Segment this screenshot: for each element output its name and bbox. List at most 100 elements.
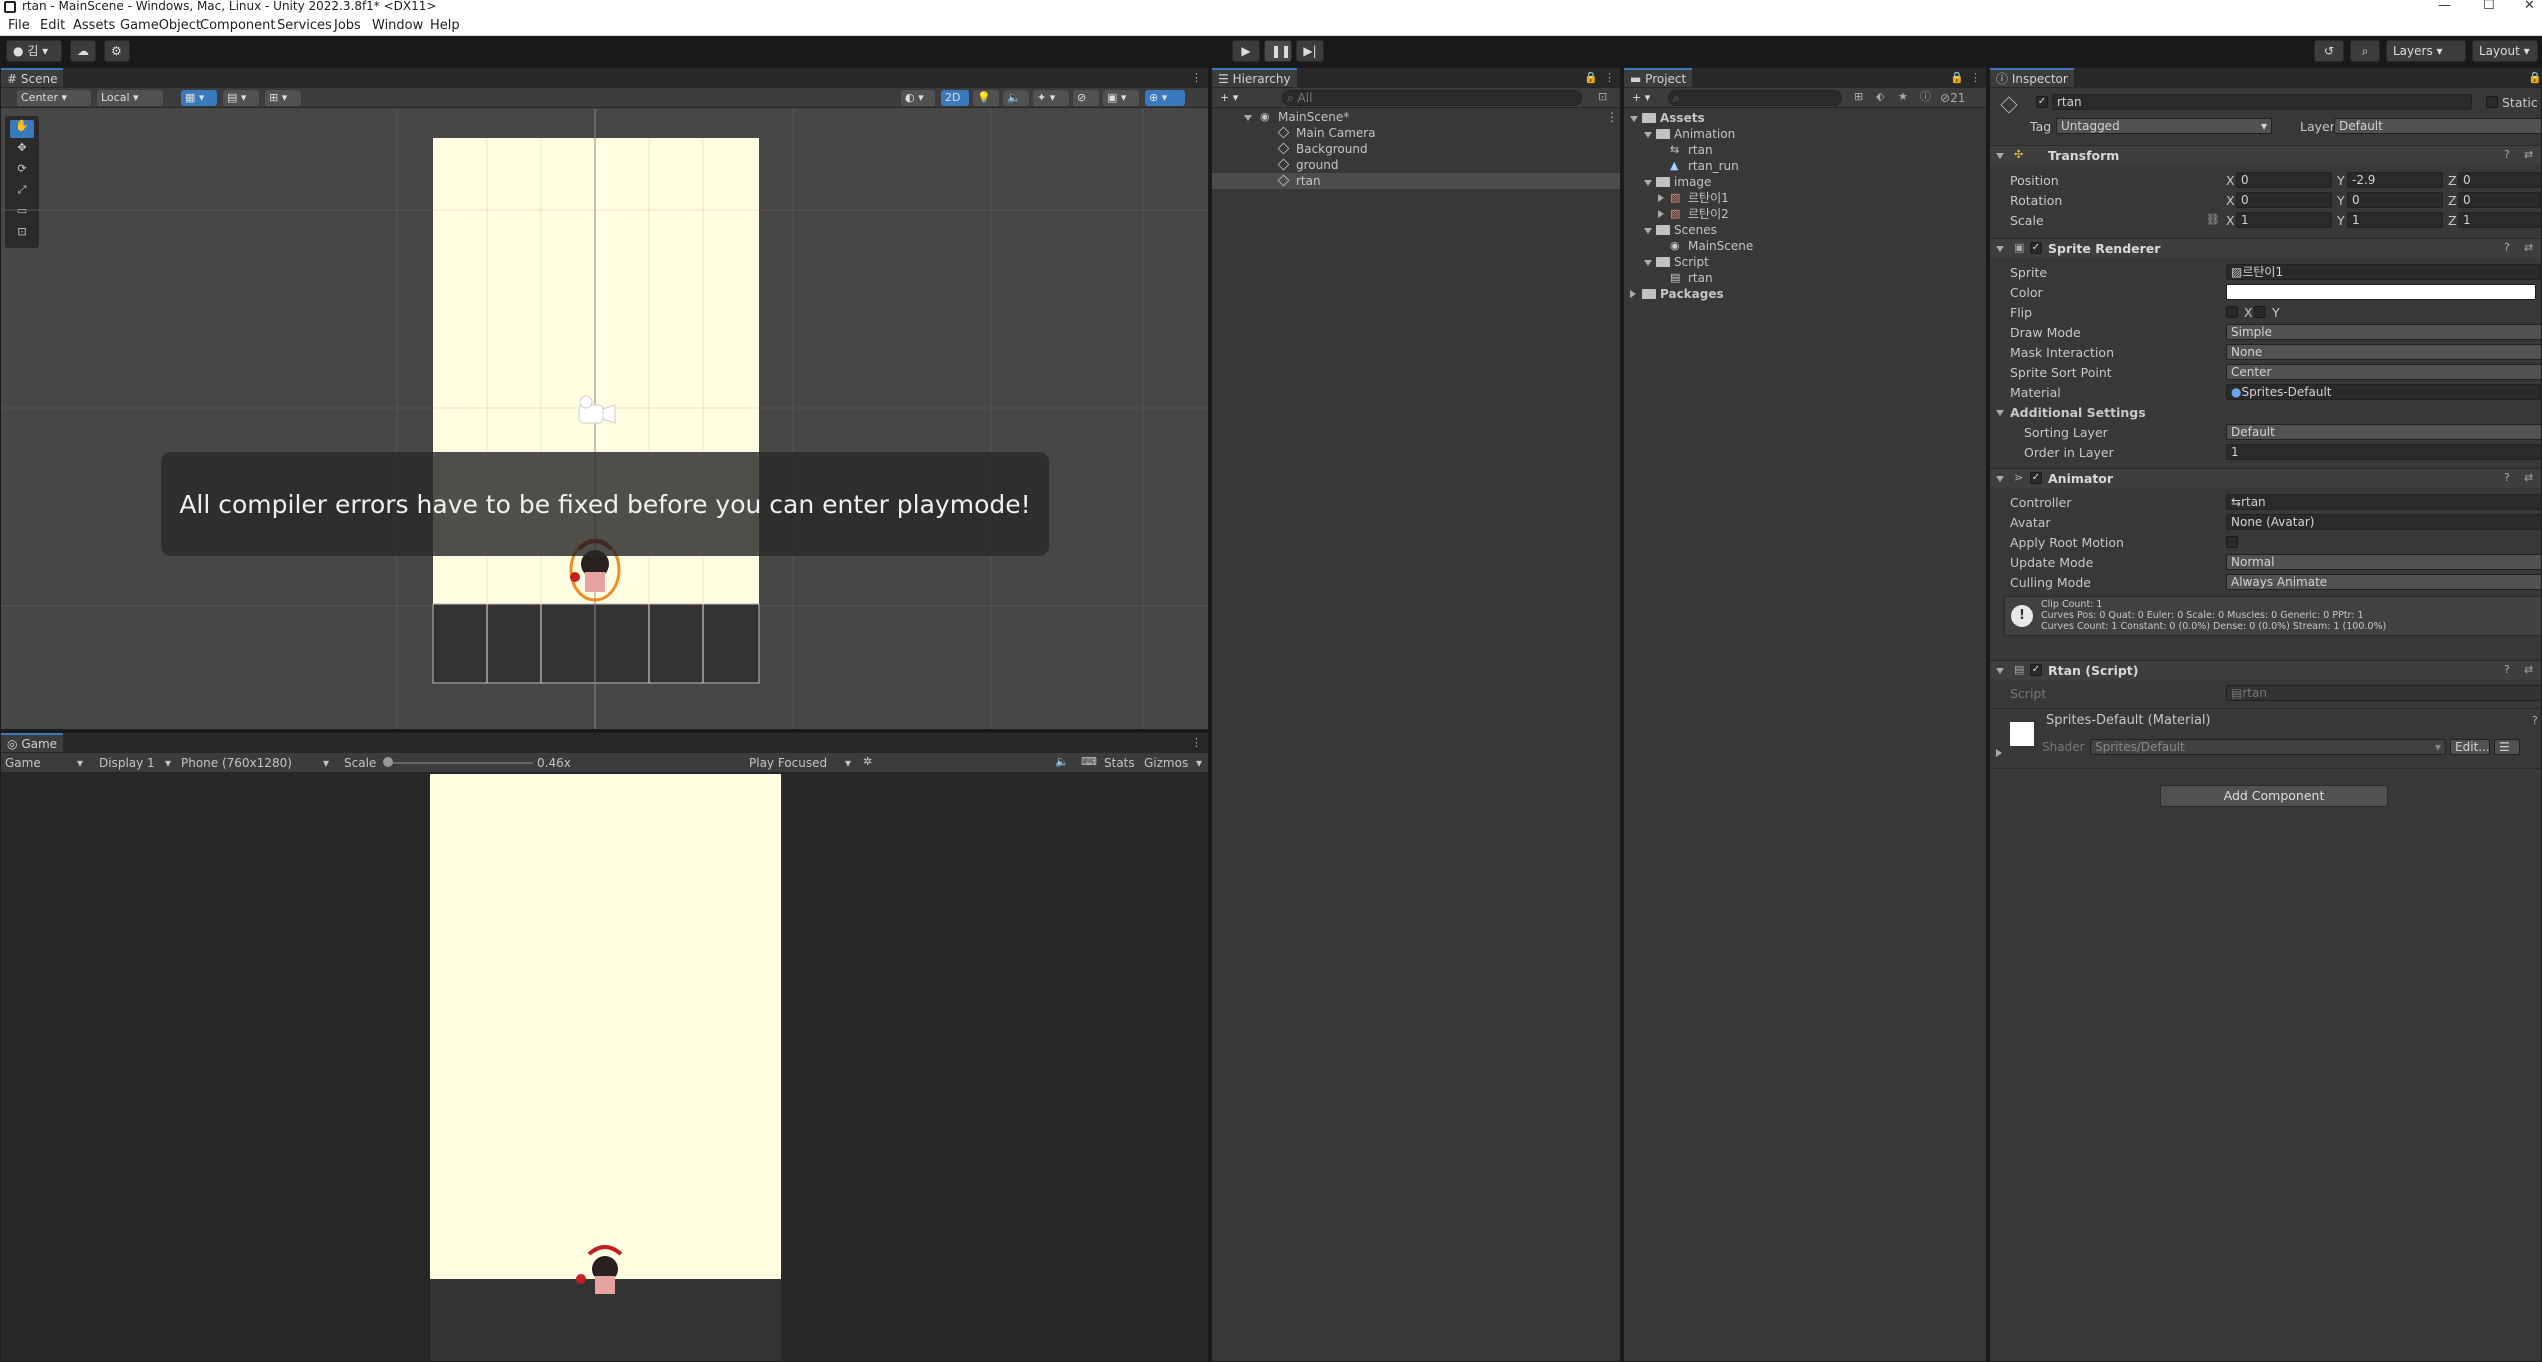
tab-hierarchy[interactable]: ☰ Hierarchy [1212, 68, 1297, 87]
project-item[interactable]: Assets [1624, 110, 1986, 126]
menu-jobs[interactable]: Jobs [334, 18, 361, 33]
collab-icon[interactable]: ⚙ [104, 40, 130, 62]
help-icon[interactable]: ? [2504, 664, 2510, 676]
project-menu-icon[interactable]: ⋮ [1970, 72, 1981, 84]
pause-button[interactable]: ❚❚ [1264, 40, 1292, 62]
menu-window[interactable]: Window [372, 18, 423, 33]
resolution-dropdown[interactable]: Phone (760x1280) ▾ [181, 755, 333, 771]
game-panel-menu-icon[interactable]: ⋮ [1191, 737, 1202, 749]
play-button[interactable]: ▶ [1232, 40, 1260, 62]
position-z-input[interactable]: 0 [2458, 172, 2541, 188]
filter-icon[interactable]: ⊡ [1598, 91, 1607, 103]
tab-scene[interactable]: # Scene [1, 68, 64, 87]
add-component-button[interactable]: Add Component [2160, 785, 2388, 807]
mask-interaction-dropdown[interactable]: None [2226, 344, 2541, 360]
gizmos-dropdown[interactable]: Gizmos ▾ [1144, 755, 1206, 771]
flip-x-checkbox[interactable] [2226, 306, 2238, 318]
menu-file[interactable]: File [8, 18, 30, 33]
stats-button[interactable]: Stats [1104, 755, 1135, 771]
draw-mode-icon[interactable]: ◐ ▾ [901, 90, 935, 106]
hierarchy-item-background[interactable]: Background [1216, 141, 1616, 157]
minimize-button[interactable]: — [2438, 0, 2451, 13]
shader-list-icon[interactable]: ☰ [2494, 739, 2520, 755]
space-dropdown[interactable]: Local ▾ [97, 90, 163, 106]
play-focus-dropdown[interactable]: Play Focused ▾ [749, 755, 855, 771]
sprite-renderer-header[interactable]: ▣ ✓ Sprite Renderer ? ⇄ [1990, 238, 2541, 258]
step-button[interactable]: ▶| [1296, 40, 1324, 62]
create-button[interactable]: + ▾ [1216, 90, 1242, 106]
foldout-icon[interactable] [1644, 260, 1652, 266]
project-item[interactable]: ⇆ rtan [1624, 142, 1986, 158]
tab-inspector[interactable]: ⓘ Inspector [1990, 68, 2074, 87]
scene-viewport[interactable] [1, 109, 1208, 729]
bug-icon[interactable]: ✲ [863, 756, 872, 768]
menu-gameobject[interactable]: GameObject [120, 18, 201, 33]
project-item[interactable]: ▤ rtan [1624, 270, 1986, 286]
help-icon[interactable]: ? [2504, 242, 2510, 254]
project-item[interactable]: image [1624, 174, 1986, 190]
create-asset-button[interactable]: + ▾ [1628, 90, 1654, 106]
settings-icon[interactable]: ⇄ [2524, 149, 2533, 161]
display-dropdown[interactable]: Display 1 ▾ [99, 755, 175, 771]
lock-icon[interactable]: 🔒 [1950, 72, 1964, 84]
keyboard-icon[interactable]: ⌨ [1081, 756, 1097, 768]
script-header[interactable]: ▤ ✓ Rtan (Script) ? ⇄ [1990, 660, 2541, 680]
settings-icon[interactable]: ⇄ [2524, 242, 2533, 254]
scale-y-input[interactable]: 1 [2347, 212, 2443, 228]
search-by-type-icon[interactable]: ⊞ [1854, 91, 1863, 103]
project-item[interactable]: Script [1624, 254, 1986, 270]
active-checkbox[interactable]: ✓ [2036, 96, 2048, 108]
sorting-layer-dropdown[interactable]: Default [2226, 424, 2541, 440]
scale-x-input[interactable]: 1 [2236, 212, 2332, 228]
gizmos-icon[interactable]: ⊕ ▾ [1145, 90, 1185, 106]
search-by-label-icon[interactable]: ⬖ [1876, 91, 1884, 103]
draw-mode-dropdown[interactable]: Simple [2226, 324, 2541, 340]
foldout-icon[interactable] [1996, 246, 2004, 252]
sprite-renderer-enabled-checkbox[interactable]: ✓ [2030, 242, 2042, 254]
maximize-button[interactable]: ☐ [2483, 0, 2495, 13]
account-button[interactable]: ● 김 ▾ [6, 40, 62, 62]
info-icon[interactable]: ⓘ [1920, 91, 1931, 103]
flip-y-checkbox[interactable] [2254, 306, 2266, 318]
foldout-icon[interactable] [1658, 194, 1664, 202]
foldout-icon[interactable] [1644, 228, 1652, 234]
hierarchy-menu-icon[interactable]: ⋮ [1604, 72, 1615, 84]
additional-settings-label[interactable]: Additional Settings [2010, 405, 2146, 420]
increment-snap-icon[interactable]: ⊞ ▾ [265, 90, 301, 106]
history-icon[interactable]: ↺ [2314, 40, 2344, 62]
scale-slider-thumb[interactable] [382, 757, 393, 767]
menu-assets[interactable]: Assets [73, 18, 115, 33]
panel-menu-icon[interactable]: ⋮ [1191, 72, 1202, 84]
help-icon[interactable]: ? [2504, 149, 2510, 161]
animator-header[interactable]: ⋗ ✓ Animator ? ⇄ [1990, 468, 2541, 488]
menu-edit[interactable]: Edit [40, 18, 65, 33]
settings-icon[interactable]: ⇄ [2524, 664, 2533, 676]
foldout-icon[interactable] [1644, 132, 1652, 138]
sprite-field[interactable]: ▨르탄이1 [2226, 264, 2541, 280]
static-checkbox[interactable] [2486, 96, 2498, 108]
pivot-dropdown[interactable]: Center ▾ [17, 90, 91, 106]
foldout-icon[interactable] [1996, 668, 2004, 674]
hierarchy-search-input[interactable]: ⌕ All [1282, 90, 1582, 106]
shader-dropdown[interactable]: Sprites/Default ▾ [2090, 739, 2446, 755]
scale-z-input[interactable]: 1 [2458, 212, 2541, 228]
tab-game[interactable]: ◎ Game [1, 733, 64, 752]
project-item[interactable]: ▨ 르탄이1 [1624, 190, 1986, 206]
game-viewport[interactable] [1, 774, 1208, 1361]
hierarchy-item-main-camera[interactable]: Main Camera [1216, 125, 1616, 141]
close-button[interactable]: ✕ [2524, 0, 2535, 13]
foldout-icon[interactable] [1658, 210, 1664, 218]
hierarchy-item-ground[interactable]: ground [1216, 157, 1616, 173]
menu-services[interactable]: Services [277, 18, 332, 33]
project-item[interactable]: ◉ MainScene [1624, 238, 1986, 254]
lock-icon[interactable]: 🔒 [1584, 72, 1598, 84]
project-item[interactable]: ▲ rtan_run [1624, 158, 1986, 174]
lighting-icon[interactable]: 💡 [973, 90, 999, 106]
mute-audio-icon[interactable]: 🔈 [1055, 756, 1069, 768]
layer-dropdown[interactable]: Default [2334, 118, 2541, 134]
audio-icon[interactable]: 🔈 [1003, 90, 1029, 106]
shader-edit-button[interactable]: Edit... [2450, 739, 2490, 755]
expand-icon[interactable] [1244, 115, 1252, 121]
layout-dropdown[interactable]: Layout ▾ [2472, 40, 2538, 62]
position-y-input[interactable]: -2.9 [2347, 172, 2443, 188]
